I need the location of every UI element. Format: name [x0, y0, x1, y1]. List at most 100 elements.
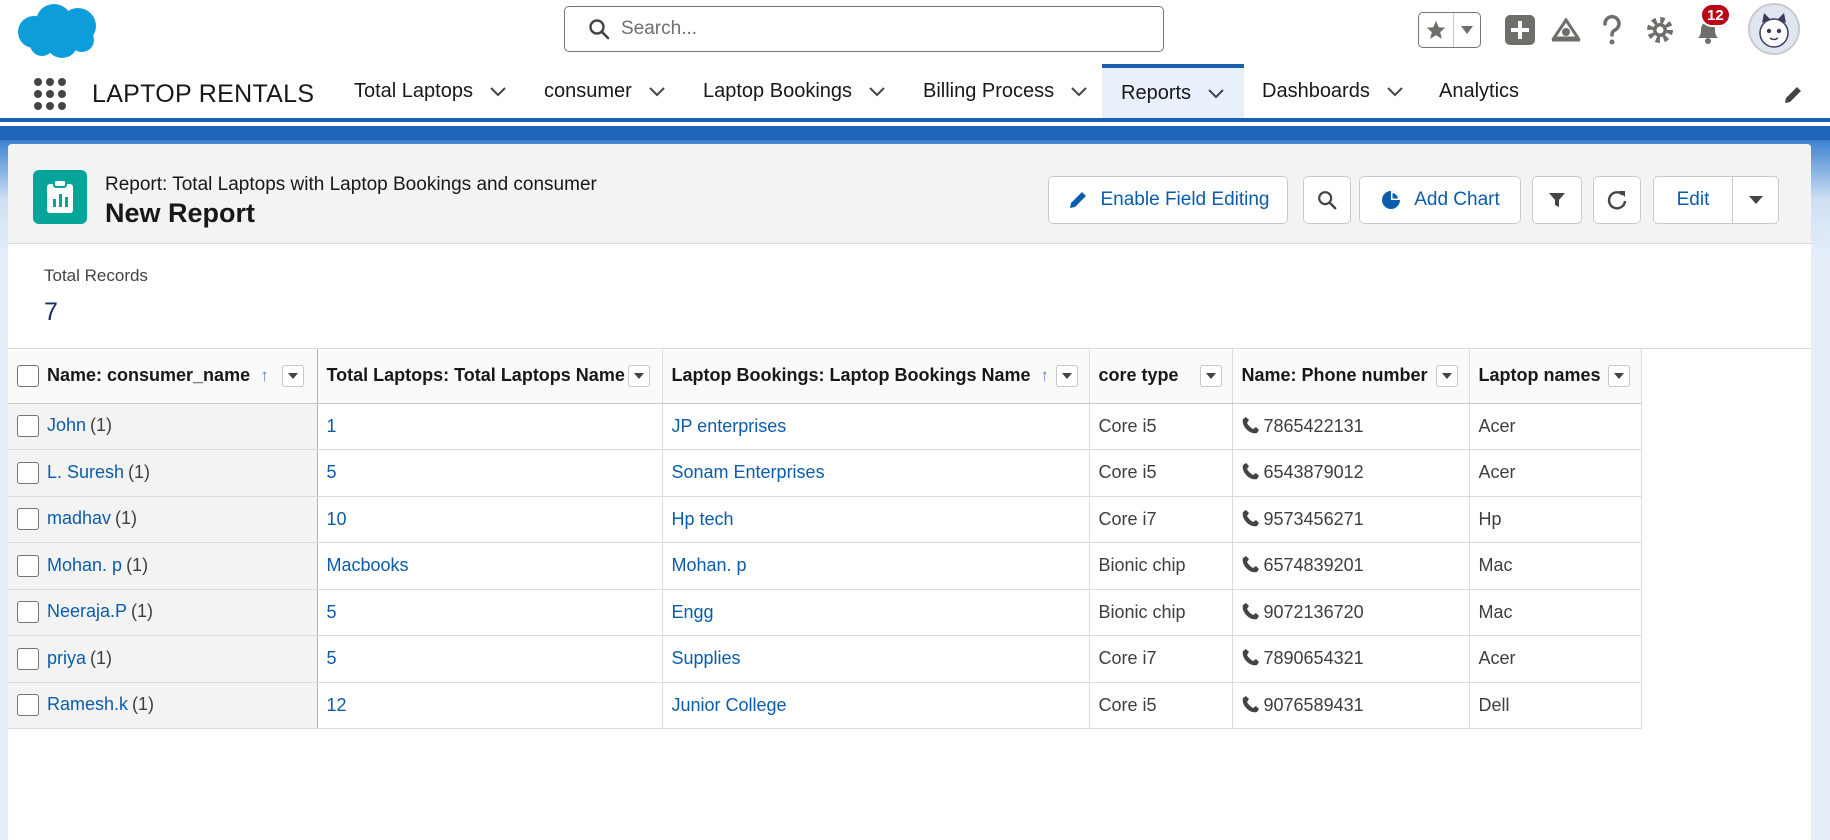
phone-icon[interactable]: [1242, 555, 1260, 573]
help-button[interactable]: [1594, 12, 1630, 48]
core-type-cell: Bionic chip: [1089, 589, 1233, 636]
total-laptops-cell: Macbooks: [317, 542, 663, 590]
column-header-total-laptops-name[interactable]: Total Laptops: Total Laptops Name: [317, 349, 663, 404]
chart-pie-icon: [1382, 191, 1401, 209]
phone-cell: 7865422131: [1232, 403, 1470, 450]
waffle-dot: [58, 78, 66, 86]
phone-icon[interactable]: [1242, 602, 1260, 620]
caret-down-icon: [1205, 373, 1216, 379]
total-laptops-link[interactable]: Macbooks: [327, 555, 409, 575]
consumer-name-link[interactable]: Mohan. p: [47, 555, 122, 575]
chevron-down-icon[interactable]: [489, 82, 507, 100]
column-header-core-type[interactable]: core type: [1089, 349, 1233, 404]
sort-ascending-icon[interactable]: ↑: [260, 366, 269, 385]
chevron-down-icon[interactable]: [1070, 82, 1088, 100]
column-header-phone-number[interactable]: Name: Phone number: [1232, 349, 1470, 404]
row-checkbox[interactable]: [17, 647, 39, 670]
filter-button[interactable]: [1532, 176, 1582, 224]
salesforce-logo[interactable]: [12, 2, 102, 62]
edit-button[interactable]: Edit: [1653, 176, 1733, 224]
total-laptops-link[interactable]: 5: [327, 462, 337, 482]
nav-item-total-laptops[interactable]: Total Laptops: [354, 64, 507, 118]
laptop-booking-link[interactable]: Junior College: [672, 695, 787, 715]
consumer-name-link[interactable]: Neeraja.P: [47, 601, 127, 621]
laptop-booking-link[interactable]: Sonam Enterprises: [672, 462, 825, 482]
laptop-booking-link[interactable]: Engg: [672, 602, 714, 622]
nav-item-label: Dashboards: [1262, 79, 1370, 102]
global-actions-button[interactable]: [1502, 12, 1538, 48]
phone-icon[interactable]: [1242, 416, 1260, 434]
row-checkbox[interactable]: [17, 554, 39, 577]
consumer-name-link[interactable]: John: [47, 415, 86, 435]
column-header-laptop-bookings-name[interactable]: Laptop Bookings: Laptop Bookings Name ↑: [662, 349, 1090, 404]
nav-item-reports[interactable]: Reports: [1102, 64, 1244, 118]
enable-field-editing-label: Enable Field Editing: [1100, 189, 1270, 210]
nav-item-analytics[interactable]: Analytics: [1439, 64, 1519, 118]
row-checkbox[interactable]: [17, 601, 39, 624]
phone-icon[interactable]: [1242, 509, 1260, 527]
column-menu-button[interactable]: [627, 365, 650, 387]
phone-icon[interactable]: [1242, 648, 1260, 666]
more-actions-button[interactable]: [1732, 176, 1779, 224]
total-laptops-link[interactable]: 12: [327, 695, 347, 715]
consumer-name-link[interactable]: madhav: [47, 508, 111, 528]
chevron-down-icon[interactable]: [648, 82, 666, 100]
nav-item-laptop-bookings[interactable]: Laptop Bookings: [703, 64, 886, 118]
enable-field-editing-button[interactable]: Enable Field Editing: [1048, 176, 1288, 224]
phone-cell: 9076589431: [1232, 682, 1470, 729]
total-laptops-link[interactable]: 5: [327, 648, 337, 668]
total-laptops-link[interactable]: 10: [327, 509, 347, 529]
column-header-laptop-names[interactable]: Laptop names: [1469, 349, 1642, 404]
user-avatar[interactable]: [1748, 3, 1800, 55]
select-all-checkbox[interactable]: [17, 364, 39, 387]
nav-item-label: consumer: [544, 79, 632, 102]
edit-nav-pencil-icon[interactable]: [1782, 84, 1804, 106]
nav-item-billing-process[interactable]: Billing Process: [923, 64, 1088, 118]
chevron-down-icon[interactable]: [868, 82, 886, 100]
column-menu-button[interactable]: [1607, 365, 1630, 387]
sort-ascending-icon[interactable]: ↑: [1041, 366, 1050, 385]
row-checkbox[interactable]: [17, 694, 39, 717]
phone-number: 9076589431: [1263, 694, 1364, 715]
phone-icon[interactable]: [1242, 462, 1260, 480]
table-row: Ramesh.k (1) 12 Junior College Core i5 90…: [8, 682, 1642, 729]
trailhead-button[interactable]: [1548, 12, 1584, 48]
total-laptops-link[interactable]: 1: [327, 416, 337, 436]
report-subtitle: Report: Total Laptops with Laptop Bookin…: [105, 174, 597, 195]
consumer-name-link[interactable]: priya: [47, 648, 86, 668]
total-laptops-cell: 12: [317, 682, 663, 729]
chevron-down-icon[interactable]: [1207, 84, 1225, 102]
laptop-booking-link[interactable]: Hp tech: [672, 509, 734, 529]
laptop-booking-link[interactable]: Supplies: [672, 648, 741, 668]
add-chart-label: Add Chart: [1414, 189, 1500, 210]
search-report-button[interactable]: [1303, 176, 1351, 224]
phone-icon[interactable]: [1242, 695, 1260, 713]
favorites-dropdown-button[interactable]: [1454, 13, 1480, 47]
total-laptops-cell: 5: [317, 589, 663, 636]
add-chart-button[interactable]: Add Chart: [1359, 176, 1521, 224]
column-menu-button[interactable]: [282, 365, 304, 387]
laptop-booking-link[interactable]: Mohan. p: [672, 555, 747, 575]
waffle-dot: [58, 90, 66, 98]
consumer-name-cell: Ramesh.k (1): [8, 682, 318, 729]
nav-item-consumer[interactable]: consumer: [544, 64, 666, 118]
global-search[interactable]: Search...: [564, 6, 1164, 52]
consumer-name-link[interactable]: Ramesh.k: [47, 694, 128, 714]
laptop-booking-link[interactable]: JP enterprises: [672, 416, 787, 436]
refresh-button[interactable]: [1593, 176, 1641, 224]
app-name: LAPTOP RENTALS: [92, 80, 315, 108]
row-checkbox[interactable]: [17, 508, 39, 531]
setup-button[interactable]: [1642, 12, 1678, 48]
favorite-star-button[interactable]: [1419, 13, 1455, 47]
column-menu-button[interactable]: [1199, 365, 1222, 387]
consumer-name-link[interactable]: L. Suresh: [47, 462, 124, 482]
column-header-consumer-name[interactable]: Name: consumer_name ↑: [8, 349, 318, 404]
row-checkbox[interactable]: [17, 461, 39, 484]
row-checkbox[interactable]: [17, 415, 39, 438]
chevron-down-icon[interactable]: [1386, 82, 1404, 100]
nav-item-dashboards[interactable]: Dashboards: [1262, 64, 1404, 118]
column-menu-button[interactable]: [1055, 365, 1078, 387]
app-launcher-button[interactable]: [34, 78, 66, 110]
total-laptops-link[interactable]: 5: [327, 602, 337, 622]
column-menu-button[interactable]: [1435, 365, 1458, 387]
